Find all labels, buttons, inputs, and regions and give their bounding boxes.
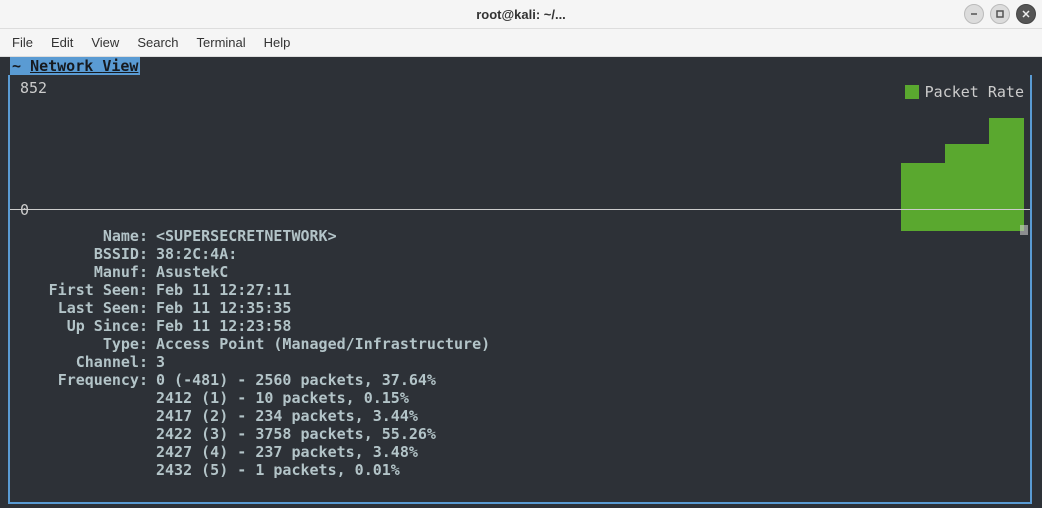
tui-header-view: View (102, 57, 138, 75)
tui-header-network: Network (30, 57, 102, 75)
detail-last-seen: Last Seen:Feb 11 12:35:35 (12, 299, 1030, 317)
tui-header: ~ Network View (10, 57, 140, 75)
chart-baseline (10, 209, 1030, 210)
menu-help[interactable]: Help (256, 31, 299, 54)
titlebar: root@kali: ~/... (0, 0, 1042, 29)
menu-edit[interactable]: Edit (43, 31, 81, 54)
chart-legend: Packet Rate (905, 83, 1024, 101)
detail-channel: Channel:3 (12, 353, 1030, 371)
chart-zero-label: 0 (20, 201, 29, 219)
tui-header-prefix: ~ (12, 57, 30, 75)
detail-frequency-sub-0: 2412 (1) - 10 packets, 0.15% (12, 389, 1030, 407)
detail-up-since: Up Since:Feb 11 12:23:58 (12, 317, 1030, 335)
detail-name: Name:<SUPERSECRETNETWORK> (12, 227, 1030, 245)
detail-frequency-sub-4: 2432 (5) - 1 packets, 0.01% (12, 461, 1030, 479)
legend-label: Packet Rate (925, 83, 1024, 101)
detail-first-seen: First Seen:Feb 11 12:27:11 (12, 281, 1030, 299)
chart-bar-0 (901, 163, 945, 231)
detail-frequency-sub-3: 2427 (4) - 237 packets, 3.48% (12, 443, 1030, 461)
menu-search[interactable]: Search (129, 31, 186, 54)
close-button[interactable] (1016, 4, 1036, 24)
menubar: File Edit View Search Terminal Help (0, 29, 1042, 57)
detail-bssid: BSSID:38:2C:4A: (12, 245, 1030, 263)
detail-manuf: Manuf:AsustekC (12, 263, 1030, 281)
chart-bar-2 (989, 118, 1024, 231)
network-details: Name:<SUPERSECRETNETWORK> BSSID:38:2C:4A… (12, 227, 1030, 479)
menu-file[interactable]: File (4, 31, 41, 54)
menu-terminal[interactable]: Terminal (189, 31, 254, 54)
application-window: root@kali: ~/... File Edit View Search T… (0, 0, 1042, 508)
maximize-button[interactable] (990, 4, 1010, 24)
window-title: root@kali: ~/... (8, 7, 1034, 22)
terminal-viewport[interactable]: ~ Network View 852 Packet Rate 0 Name:<S… (0, 57, 1042, 508)
menu-view[interactable]: View (83, 31, 127, 54)
detail-frequency-sub-1: 2417 (2) - 234 packets, 3.44% (12, 407, 1030, 425)
minimize-button[interactable] (964, 4, 984, 24)
window-controls (964, 4, 1036, 24)
legend-swatch-icon (905, 85, 919, 99)
detail-type: Type:Access Point (Managed/Infrastructur… (12, 335, 1030, 353)
detail-frequency-sub-2: 2422 (3) - 3758 packets, 55.26% (12, 425, 1030, 443)
chart-bar-1 (945, 144, 989, 231)
chart-bars (901, 118, 1024, 231)
detail-frequency: Frequency:0 (-481) - 2560 packets, 37.64… (12, 371, 1030, 389)
